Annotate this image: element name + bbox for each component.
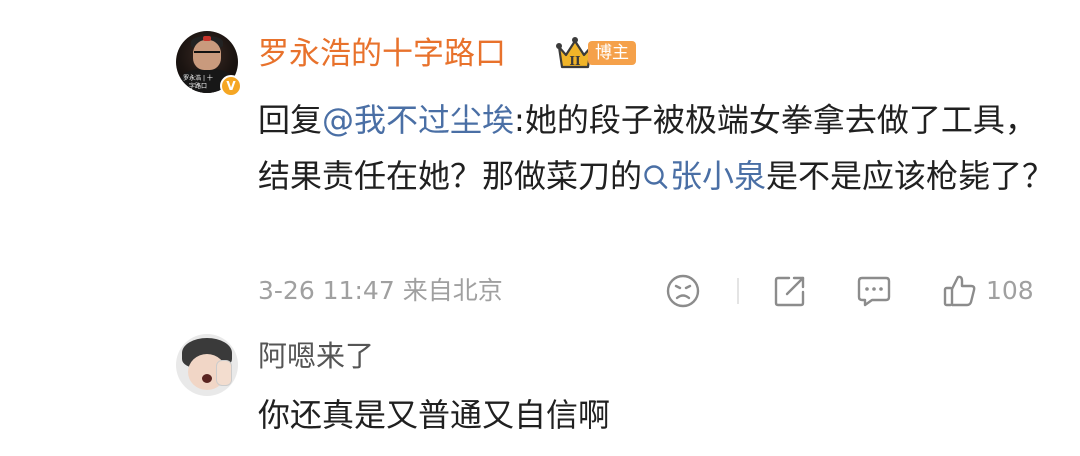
search-icon — [644, 165, 668, 189]
comment-icon — [857, 276, 891, 307]
like-count: 108 — [986, 276, 1034, 305]
verified-badge-icon: V — [220, 75, 242, 97]
comment-meta: 3-26 11:47 来自北京 — [258, 274, 503, 308]
search-keyword-link[interactable]: 张小泉 — [642, 157, 766, 195]
comment-location: 来自北京 — [402, 276, 503, 305]
avatar-hand — [216, 360, 232, 386]
avatar-glasses — [194, 51, 220, 58]
avatar-caption: 罗永浩 | 十字路口 — [183, 75, 213, 90]
dislike-button[interactable] — [665, 272, 701, 310]
avatar-logo-mark — [203, 36, 211, 41]
avatar[interactable] — [176, 334, 238, 396]
divider — [737, 278, 739, 304]
crown-level: II — [569, 54, 581, 68]
share-icon — [774, 276, 805, 307]
comment-thread: 罗永浩 | 十字路口 V 罗永浩的十字路口 II 博主 回复@我不过尘埃:她的段… — [0, 0, 1080, 456]
mention-link[interactable]: @我不过尘埃 — [322, 101, 514, 139]
search-keyword-text: 张小泉 — [670, 157, 767, 195]
comment-text-part2: 是不是应该枪毙了？ — [766, 157, 1055, 195]
reply-prefix: 回复 — [258, 101, 323, 139]
comment-author-name[interactable]: 罗永浩的十字路口 — [258, 34, 506, 74]
comment-date: 3-26 11:47 — [258, 276, 395, 305]
sad-face-icon — [666, 274, 700, 308]
share-button[interactable] — [772, 272, 808, 310]
comment-text: 回复@我不过尘埃:她的段子被极端女拳拿去做了工具，结果责任在她？那做菜刀的 张小泉… — [258, 92, 1058, 204]
comment-text: 你还真是又普通又自信啊 — [258, 396, 611, 434]
avatar-mouth — [202, 374, 212, 383]
host-tag: 博主 — [588, 41, 636, 65]
thumbs-up-icon — [943, 275, 976, 307]
like-button[interactable]: 108 — [942, 272, 1034, 310]
comment-button[interactable] — [856, 272, 892, 310]
comment-author-name[interactable]: 阿嗯来了 — [258, 336, 374, 376]
